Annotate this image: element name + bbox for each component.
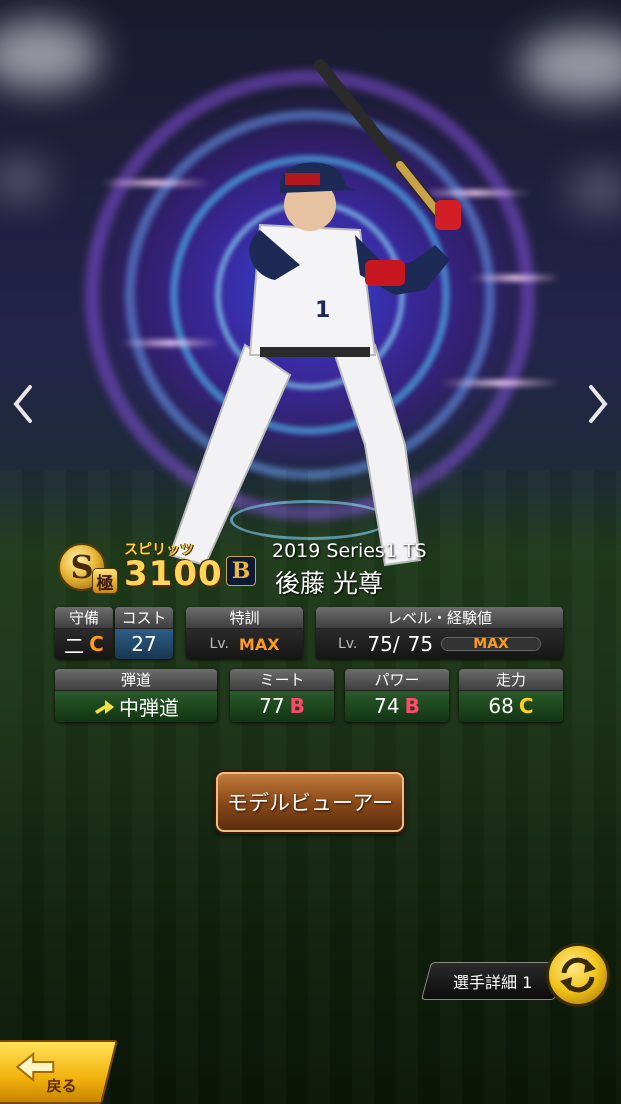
player-name: 後藤 光尊 <box>275 569 383 598</box>
stadium-light <box>0 20 100 90</box>
cost-label: コスト <box>115 607 173 629</box>
meet-value: 77 B <box>230 691 334 721</box>
svg-text:1: 1 <box>315 298 330 323</box>
trajectory-text: 中弾道 <box>119 695 179 720</box>
back-label: 戻る <box>46 1077 77 1095</box>
chevron-left-icon <box>13 385 32 423</box>
trajectory-value: 中弾道 <box>55 691 217 721</box>
level-separator: / <box>392 632 400 656</box>
rank-letter: S <box>70 548 94 586</box>
power-label: パワー <box>345 669 449 691</box>
power-value: 74 B <box>345 691 449 721</box>
team-logo: B <box>226 556 256 586</box>
cost-panel: コスト 27 <box>115 607 173 659</box>
stadium-light <box>520 30 621 100</box>
spirit-value: 3100 <box>124 554 223 594</box>
player-figure: 1 <box>168 59 461 567</box>
level-panel: レベル・経験値 Lv. 75 / 75 MAX <box>316 607 563 659</box>
player-detail-tab[interactable]: 選手詳細 1 <box>420 962 566 1000</box>
power-panel: パワー 74 B <box>345 669 449 722</box>
exp-max-label: MAX <box>473 637 509 651</box>
training-max: MAX <box>238 634 280 654</box>
training-label: 特訓 <box>186 607 303 629</box>
prev-player-button[interactable] <box>6 380 40 428</box>
fielding-position: 二 <box>64 633 85 658</box>
fielding-value: 二 C <box>55 629 113 659</box>
player-detail-label: 選手詳細 1 <box>453 973 533 992</box>
swap-cycle-icon <box>560 957 596 993</box>
speed-number: 68 <box>488 694 514 718</box>
level-lv-prefix: Lv. <box>337 636 358 652</box>
fielding-panel: 守備 二 C <box>55 607 113 659</box>
fielding-label: 守備 <box>55 607 113 629</box>
model-viewer-button[interactable]: モデルビューアー <box>216 772 404 832</box>
meet-number: 77 <box>259 694 285 718</box>
level-current: 75 <box>367 632 393 656</box>
speed-grade: C <box>518 694 534 718</box>
training-value: Lv. MAX <box>186 629 303 659</box>
meet-grade: B <box>289 694 305 718</box>
speed-panel: 走力 68 C <box>459 669 563 722</box>
fielding-grade: C <box>89 632 104 656</box>
rank-sub-badge: 極 <box>92 568 118 594</box>
meet-label: ミート <box>230 669 334 691</box>
swap-button[interactable] <box>546 943 610 1007</box>
level-max: 75 <box>407 632 434 656</box>
trajectory-label: 弾道 <box>55 669 217 691</box>
stadium-light <box>0 160 50 200</box>
power-number: 74 <box>374 694 400 718</box>
speed-label: 走力 <box>459 669 563 691</box>
exp-bar: MAX <box>441 637 542 651</box>
next-player-button[interactable] <box>581 380 615 428</box>
chevron-right-icon <box>589 385 608 423</box>
speed-value: 68 C <box>459 691 563 721</box>
trajectory-panel: 弾道 中弾道 <box>55 669 217 722</box>
cost-value: 27 <box>115 629 173 659</box>
level-label: レベル・経験値 <box>316 607 563 629</box>
level-value: Lv. 75 / 75 MAX <box>316 629 563 659</box>
light-streak <box>470 275 560 281</box>
training-lv-prefix: Lv. <box>209 636 229 652</box>
stadium-light <box>570 170 621 210</box>
training-panel: 特訓 Lv. MAX <box>186 607 303 659</box>
trajectory-arrow-icon <box>95 700 114 714</box>
card-series: 2019 Series1 TS <box>272 540 427 562</box>
back-button[interactable]: 戻る <box>0 1040 118 1104</box>
meet-panel: ミート 77 B <box>230 669 334 722</box>
power-grade: B <box>404 694 420 718</box>
